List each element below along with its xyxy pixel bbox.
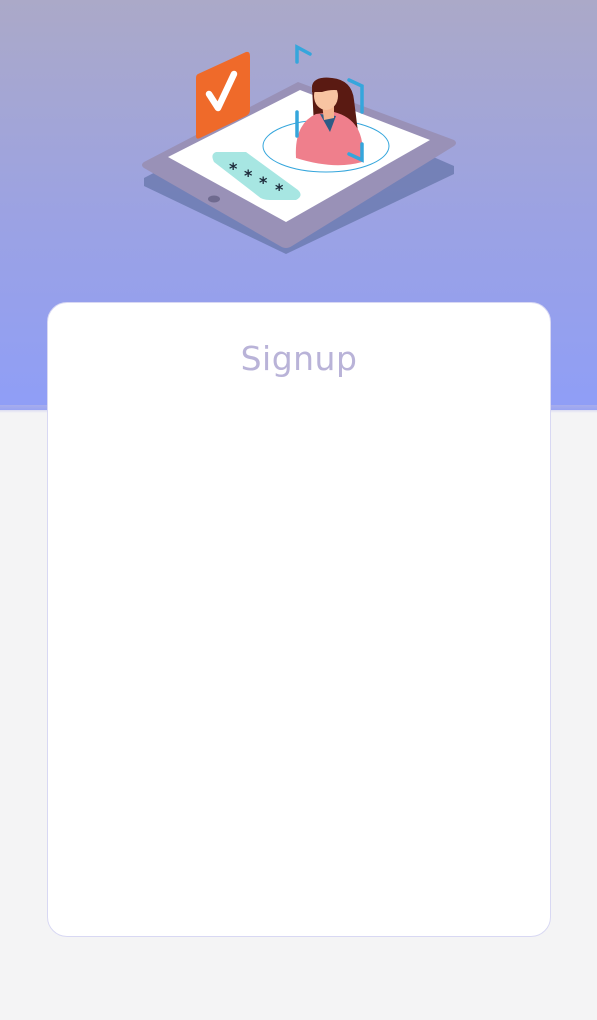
svg-text:*: * xyxy=(259,173,268,192)
svg-text:*: * xyxy=(244,166,253,185)
tablet-home-button-icon xyxy=(208,195,220,203)
svg-text:*: * xyxy=(229,159,238,178)
signup-title: Signup xyxy=(240,339,358,378)
svg-text:*: * xyxy=(275,180,284,199)
signup-page: * * * * Signup xyxy=(0,0,597,1020)
tablet-face-id-illustration: * * * * xyxy=(142,44,456,254)
signup-card: Signup xyxy=(47,302,551,937)
